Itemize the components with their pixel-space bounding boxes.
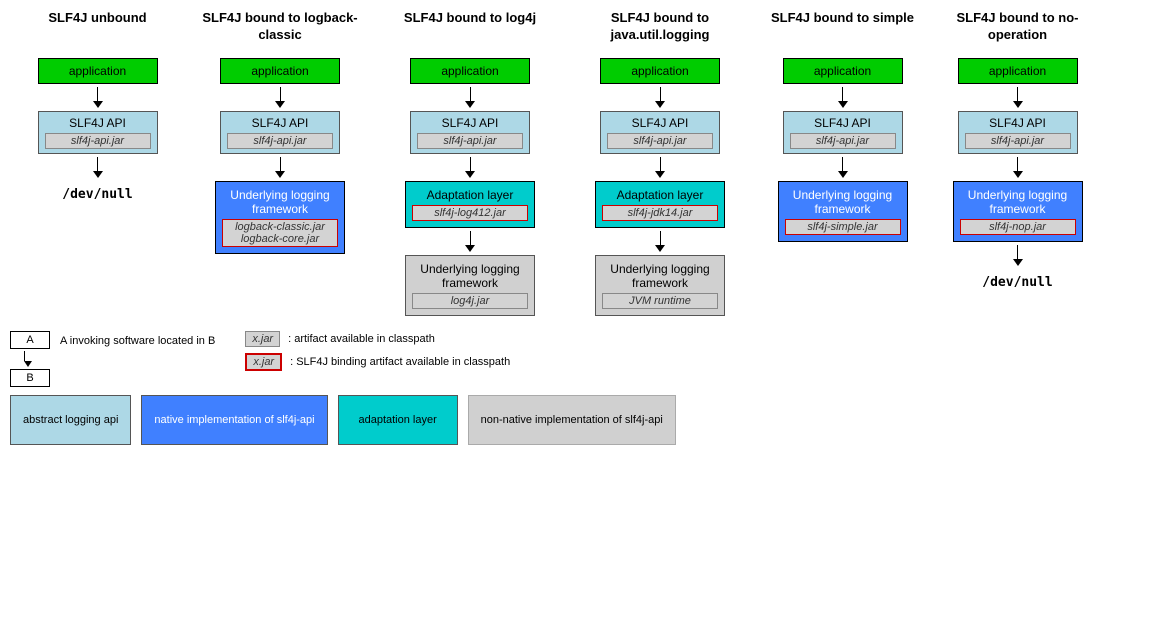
col3-adapt: Adaptation layer slf4j-log412.jar	[405, 181, 535, 228]
col4-adapt-jar: slf4j-jdk14.jar	[602, 205, 718, 221]
clr-legend-native: native implementation of slf4j-api	[141, 395, 327, 445]
col6-devnull: /dev/null	[982, 275, 1052, 290]
clr-legend-nonnative: non-native implementation of slf4j-api	[468, 395, 676, 445]
col5-app: application	[783, 58, 903, 84]
col2-jar1: logback-classic.jarlogback-core.jar	[222, 219, 338, 247]
col3-arrow2	[465, 157, 475, 178]
col3-api-jar: slf4j-api.jar	[417, 133, 523, 149]
col2-api: SLF4J API slf4j-api.jar	[220, 111, 340, 154]
col1-title: SLF4J unbound	[48, 10, 146, 50]
col6-title: SLF4J bound to no-operation	[930, 10, 1105, 50]
color-legend: abstract logging api native implementati…	[10, 395, 1142, 445]
col4-arrow3	[655, 231, 665, 252]
col3-api: SLF4J API slf4j-api.jar	[410, 111, 530, 154]
col4: SLF4J bound to java.util.logging applica…	[565, 10, 755, 316]
col3-gray-jar: log4j.jar	[412, 293, 528, 309]
col2-app: application	[220, 58, 340, 84]
col2-api-jar: slf4j-api.jar	[227, 133, 333, 149]
col2-arrow1	[275, 87, 285, 108]
col3-arrow1	[465, 87, 475, 108]
col1-api-jar: slf4j-api.jar	[45, 133, 151, 149]
col3-gray: Underlying logging framework log4j.jar	[405, 255, 535, 316]
col6: SLF4J bound to no-operation application …	[930, 10, 1105, 296]
col4-adapt: Adaptation layer slf4j-jdk14.jar	[595, 181, 725, 228]
legend-artifact-normal-label: x.jar	[245, 331, 280, 347]
legend-artifact-normal-desc: : artifact available in classpath	[288, 333, 435, 345]
col4-arrow2	[655, 157, 665, 178]
col2-underlying: Underlying logging framework logback-cla…	[215, 181, 345, 254]
col1-api: SLF4J API slf4j-api.jar	[38, 111, 158, 154]
col3-title: SLF4J bound to log4j	[404, 10, 536, 50]
col6-arrow1	[1013, 87, 1023, 108]
col4-title: SLF4J bound to java.util.logging	[565, 10, 755, 50]
main-container: SLF4J unbound application SLF4J API slf4…	[0, 0, 1152, 455]
col4-app: application	[600, 58, 720, 84]
col5-title: SLF4J bound to simple	[771, 10, 914, 50]
diagram-area: SLF4J unbound application SLF4J API slf4…	[10, 10, 1142, 316]
col5-arrow2	[838, 157, 848, 178]
col6-jar: slf4j-nop.jar	[960, 219, 1076, 235]
col3: SLF4J bound to log4j application SLF4J A…	[375, 10, 565, 316]
legend-invoking: A B A invoking software located in B	[10, 331, 215, 387]
col1: SLF4J unbound application SLF4J API slf4…	[10, 10, 185, 208]
col6-api: SLF4J API slf4j-api.jar	[958, 111, 1078, 154]
legend-artifact-binding: x.jar : SLF4J binding artifact available…	[245, 353, 510, 371]
col5: SLF4J bound to simple application SLF4J …	[755, 10, 930, 242]
col4-gray: Underlying logging framework JVM runtime	[595, 255, 725, 316]
col5-arrow1	[838, 87, 848, 108]
legend-b-box: B	[10, 369, 50, 387]
col4-gray-jar: JVM runtime	[602, 293, 718, 309]
col3-arrow3	[465, 231, 475, 252]
clr-legend-adapt: adaptation layer	[338, 395, 458, 445]
legend-invoking-text: A invoking software located in B	[60, 331, 215, 347]
col1-devnull: /dev/null	[62, 187, 132, 202]
legend-a-box: A	[10, 331, 50, 349]
clr-legend-abstract: abstract logging api	[10, 395, 131, 445]
col6-app: application	[958, 58, 1078, 84]
col5-jar: slf4j-simple.jar	[785, 219, 901, 235]
legend-arrow-small	[10, 351, 32, 367]
col2-arrow2	[275, 157, 285, 178]
col1-app: application	[38, 58, 158, 84]
col6-api-jar: slf4j-api.jar	[965, 133, 1071, 149]
legend-artifacts: x.jar : artifact available in classpath …	[245, 331, 510, 371]
col3-adapt-jar: slf4j-log412.jar	[412, 205, 528, 221]
col5-api-jar: slf4j-api.jar	[790, 133, 896, 149]
col1-arrow2	[93, 157, 103, 178]
col6-arrow3	[1013, 245, 1023, 266]
col6-underlying: Underlying logging framework slf4j-nop.j…	[953, 181, 1083, 242]
col4-arrow1	[655, 87, 665, 108]
legend-artifact-normal: x.jar : artifact available in classpath	[245, 331, 510, 347]
col4-api: SLF4J API slf4j-api.jar	[600, 111, 720, 154]
col4-api-jar: slf4j-api.jar	[607, 133, 713, 149]
col2-title: SLF4J bound to logback-classic	[185, 10, 375, 50]
col5-api: SLF4J API slf4j-api.jar	[783, 111, 903, 154]
col1-arrow1	[93, 87, 103, 108]
col6-arrow2	[1013, 157, 1023, 178]
col2: SLF4J bound to logback-classic applicati…	[185, 10, 375, 254]
col5-underlying: Underlying logging framework slf4j-simpl…	[778, 181, 908, 242]
legend-artifact-binding-label: x.jar	[245, 353, 282, 371]
col3-app: application	[410, 58, 530, 84]
legend-artifact-binding-desc: : SLF4J binding artifact available in cl…	[290, 356, 510, 368]
